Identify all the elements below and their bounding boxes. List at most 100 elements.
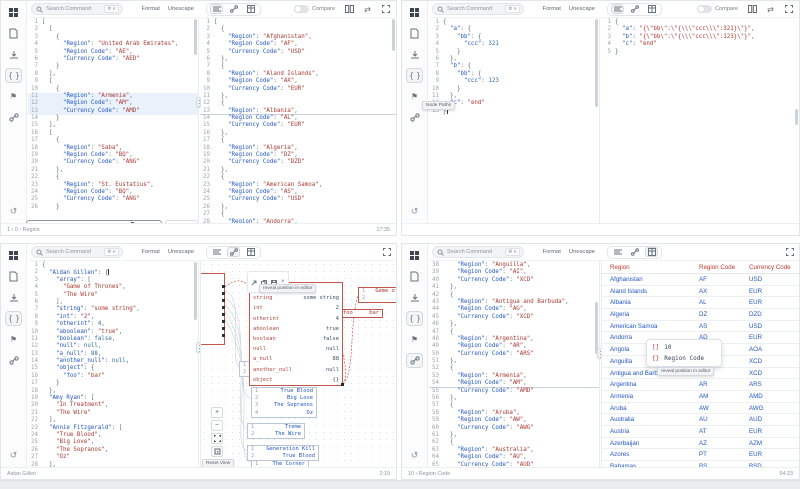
code-line[interactable]: 62 {: [429, 439, 599, 446]
code-line[interactable]: 11 "Region": "Armenia",: [28, 92, 198, 101]
code-line[interactable]: 15 ],: [28, 122, 198, 129]
toggle-switch-off[interactable]: [696, 5, 712, 13]
graph-node-row[interactable]: 1 Generation Kill: [248, 446, 318, 453]
import-icon[interactable]: [5, 47, 22, 62]
code-line[interactable]: 6 "Currency Code": "AED": [28, 56, 198, 63]
code-line[interactable]: 4 "c": "end": [601, 41, 799, 48]
scrollbar-thumb[interactable]: [194, 262, 197, 320]
code-line[interactable]: 14 "Region Code": "AL",: [200, 115, 396, 122]
code-line[interactable]: 5 "Currency Code": "USD": [200, 49, 396, 56]
code-line[interactable]: 52 {: [429, 365, 599, 372]
code-line[interactable]: 13 "Currency Code": "AMD": [28, 107, 198, 116]
code-line[interactable]: 27 {: [200, 211, 396, 218]
scrollbar-thumb[interactable]: [194, 19, 197, 55]
code-line[interactable]: 53 "Region": "Armenia",: [429, 373, 599, 380]
graph-view-icon[interactable]: [227, 4, 240, 14]
document-icon[interactable]: [406, 26, 423, 41]
code-line[interactable]: 64 "Region Code": "AU",: [429, 454, 599, 461]
json-braces-icon[interactable]: { }: [406, 311, 423, 326]
code-line[interactable]: 2 [: [28, 26, 198, 33]
table-row[interactable]: American Samoa AS USD: [602, 321, 799, 333]
code-line[interactable]: 6 },: [429, 56, 599, 63]
editor-right[interactable]: 1{2 "a": "{\"bb\":\"{\\\"ccc\\\":321}\"}…: [601, 18, 799, 223]
code-line[interactable]: 11 },: [429, 93, 599, 100]
code-line[interactable]: 2 "a": "{\"bb\":\"{\\\"ccc\\\":321}\"}",: [601, 26, 799, 33]
editor-left[interactable]: 1[2 [3 {4 "Region": "United Arab Emirate…: [28, 18, 199, 223]
scrollbar-thumb[interactable]: [595, 19, 598, 107]
code-line[interactable]: 4 "Region": "United Arab Emirates",: [28, 41, 198, 48]
format-button[interactable]: Format: [543, 6, 561, 12]
scrollbar-thumb[interactable]: [795, 109, 798, 125]
code-line[interactable]: 3 "b": "{\"bb\":\"{\\\"ccc\\\":123}\"}",: [601, 34, 799, 41]
unescape-button[interactable]: Unescape: [569, 6, 595, 12]
import-icon[interactable]: [5, 290, 22, 305]
editor-right[interactable]: 1[2 {3 "Region": "Afghanistan", 4 "Region…: [200, 18, 396, 223]
table-row[interactable]: Aruba AW AWG: [602, 403, 799, 415]
graph-node-row[interactable]: a_null 88: [250, 354, 342, 364]
code-line[interactable]: 14 }: [28, 115, 198, 122]
graph-node-row[interactable]: aboolean true: [250, 324, 342, 334]
code-line[interactable]: 23 "Annie Fitzgerald": [: [28, 425, 198, 432]
format-button[interactable]: Format: [142, 249, 160, 255]
swap-panes-icon[interactable]: ⇄: [362, 4, 373, 15]
code-line[interactable]: 17 {: [200, 137, 396, 144]
search-command-box[interactable]: Search Command ⌘ K: [31, 3, 123, 15]
code-line[interactable]: 40 "Currency Code": "XCD": [429, 277, 599, 284]
text-view-icon[interactable]: [611, 4, 624, 14]
code-line[interactable]: 7 }: [28, 63, 198, 70]
code-line[interactable]: 54 "Region Code": "AM",: [429, 380, 599, 388]
table-row[interactable]: Algeria DZ DZD: [602, 309, 799, 321]
graph-node-row[interactable]: object{}: [250, 375, 342, 385]
node-paths-icon[interactable]: [406, 353, 423, 368]
code-line[interactable]: 26 "The Sopranos",: [28, 447, 198, 454]
graph-node-annie-fitzgerald[interactable]: 1 True Blood 2 Big Love 3 The Sopranos 4 Oz: [251, 387, 317, 418]
code-line[interactable]: 23 "Region": "American Samoa",: [200, 182, 396, 189]
code-line[interactable]: 3 "Region": "Afghanistan",: [200, 34, 396, 41]
flag-icon[interactable]: ⚑: [406, 332, 423, 347]
column-header[interactable]: Currency Code: [741, 261, 799, 273]
code-line[interactable]: 3 {: [28, 34, 198, 41]
code-line[interactable]: 45 "Currency Code": "XCD": [429, 314, 599, 321]
code-line[interactable]: 5}: [601, 49, 799, 56]
graph-node-row[interactable]: int 2: [250, 303, 342, 313]
json-braces-icon[interactable]: { }: [5, 68, 22, 83]
code-line[interactable]: 10 {: [28, 86, 198, 93]
history-icon[interactable]: ↺: [5, 204, 22, 219]
code-line[interactable]: 11 },: [200, 93, 396, 100]
code-line[interactable]: 63 "Region": "Australia",: [429, 447, 599, 454]
code-line[interactable]: 1{: [28, 262, 198, 269]
code-line[interactable]: 4 "ccc": 321: [429, 41, 599, 48]
fullscreen-icon[interactable]: [380, 4, 391, 15]
text-view-icon[interactable]: [611, 247, 624, 257]
split-columns-icon[interactable]: [344, 4, 355, 15]
code-line[interactable]: 42 {: [429, 292, 599, 299]
breadcrumb[interactable]: 1 › 0 › Region: [7, 227, 40, 233]
scrollbar-thumb[interactable]: [392, 19, 395, 51]
code-line[interactable]: 12 {: [200, 100, 396, 107]
fullscreen-icon[interactable]: [786, 244, 794, 261]
code-line[interactable]: 24 "Region Code": "AS",: [200, 189, 396, 196]
code-line[interactable]: 1{: [429, 19, 599, 26]
table-view-icon[interactable]: [645, 247, 658, 257]
graph-node-alice-farmer[interactable]: 1 The Corner: [251, 460, 309, 467]
code-line[interactable]: 15 "Currency Code": "EUR": [200, 122, 396, 129]
code-line[interactable]: 1[: [200, 19, 396, 26]
code-line[interactable]: 19 "Amy Ryan": [: [28, 395, 198, 402]
graph-node-detail[interactable]: arraystringsome stringint2otherint4abool…: [249, 282, 343, 386]
code-line[interactable]: 22 {: [200, 174, 396, 181]
table-row[interactable]: Afghanistan AF USD: [602, 274, 799, 286]
compare-toggle[interactable]: Compare: [696, 5, 738, 13]
code-line[interactable]: 6 ],: [28, 299, 198, 306]
import-icon[interactable]: [406, 47, 423, 62]
table-row[interactable]: Azores PT EUR: [602, 449, 799, 461]
code-line[interactable]: 24 "True Blood",: [28, 432, 198, 439]
zoom-out-button[interactable]: −: [211, 420, 223, 431]
code-line[interactable]: 9 "Region Code": "AX",: [200, 78, 396, 85]
code-line[interactable]: 6 },: [200, 56, 396, 63]
code-line[interactable]: 20 "In Treatment",: [28, 402, 198, 409]
history-icon[interactable]: ↺: [5, 448, 22, 463]
code-line[interactable]: 25 "Big Love",: [28, 439, 198, 446]
graph-view-icon[interactable]: [227, 247, 240, 257]
code-line[interactable]: 21 "The Wire": [28, 410, 198, 417]
code-line[interactable]: 16 },: [200, 130, 396, 137]
